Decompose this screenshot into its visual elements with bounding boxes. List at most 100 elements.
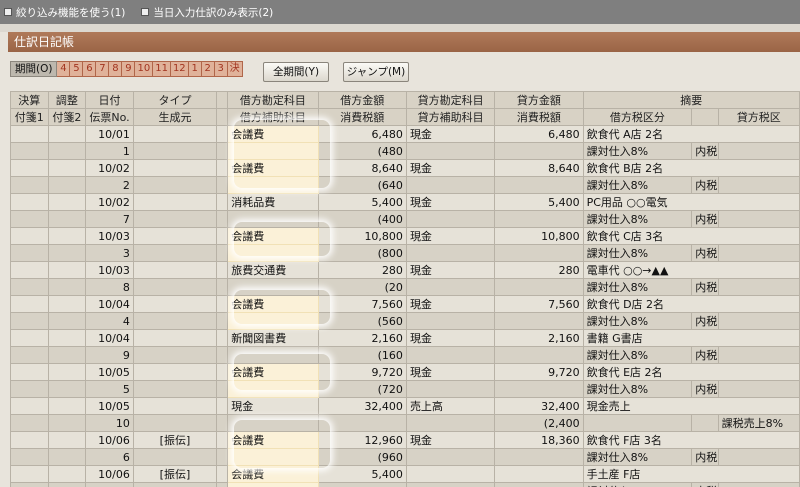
debit-subaccount-cell[interactable] xyxy=(227,176,319,194)
credit-account-cell[interactable]: 売上高 xyxy=(405,397,496,415)
journal-row[interactable]: 10/06 [振伝] 会議費 12,960 現金 18,360 飲食代 F店 3名 xyxy=(10,431,800,449)
date-cell[interactable]: 10/04 xyxy=(85,329,134,347)
debit-tax-cell[interactable]: (560 xyxy=(317,312,407,330)
memo-cell[interactable]: 電車代 ○○→▲▲ xyxy=(582,261,800,279)
checkbox-icon[interactable] xyxy=(141,8,150,16)
credit-amount-cell[interactable]: 8,640 xyxy=(494,159,584,177)
debit-subaccount-cell[interactable] xyxy=(227,278,319,296)
tag2-cell[interactable] xyxy=(47,278,87,296)
journal-row-sub[interactable]: 6 (960 課対仕入8% 内税 xyxy=(10,448,800,466)
credit-account-cell[interactable]: 現金 xyxy=(405,125,496,143)
col-header[interactable]: 調整 xyxy=(47,91,87,109)
debit-amount-cell[interactable]: 280 xyxy=(317,261,407,279)
voucher-no-cell[interactable]: 6 xyxy=(85,482,134,487)
tag1-cell[interactable] xyxy=(10,346,49,364)
date-cell[interactable]: 10/05 xyxy=(85,363,134,381)
memo-cell[interactable]: 飲食代 B店 2名 xyxy=(582,159,800,177)
credit-tax-cell[interactable] xyxy=(494,142,584,160)
closing-cell[interactable] xyxy=(10,227,49,245)
closing-cell[interactable] xyxy=(10,193,49,211)
journal-row[interactable]: 10/05 現金 32,400 売上高 32,400 現金売上 xyxy=(10,397,800,415)
date-cell[interactable]: 10/02 xyxy=(85,159,134,177)
tag2-cell[interactable] xyxy=(47,346,87,364)
debit-account-cell[interactable]: 消耗品費 xyxy=(227,193,319,211)
debit-amount-cell[interactable]: 5,400 xyxy=(317,465,407,483)
credit-amount-cell[interactable]: 5,400 xyxy=(494,193,584,211)
tag2-cell[interactable] xyxy=(47,380,87,398)
debit-tax-type-cell[interactable] xyxy=(691,414,719,432)
debit-tax-cell[interactable]: (160 xyxy=(317,346,407,364)
debit-tax-class-cell[interactable]: 課対仕入8% xyxy=(582,142,693,160)
credit-account-cell[interactable]: 現金 xyxy=(405,159,496,177)
period-month[interactable]: 6 xyxy=(83,61,97,77)
today-only-option[interactable]: 当日入力仕訳のみ表示(2) xyxy=(141,5,273,20)
debit-tax-cell[interactable]: (800 xyxy=(317,244,407,262)
period-month[interactable]: 1 xyxy=(188,61,202,77)
source-cell[interactable] xyxy=(132,312,218,330)
credit-tax-class-cell[interactable] xyxy=(717,346,800,364)
period-month[interactable]: 3 xyxy=(214,61,228,77)
debit-tax-class-cell[interactable]: 課対仕入8% xyxy=(582,482,693,487)
debit-subaccount-cell[interactable] xyxy=(227,244,319,262)
tag2-cell[interactable] xyxy=(47,414,87,432)
date-cell[interactable]: 10/04 xyxy=(85,295,134,313)
journal-row-sub[interactable]: 8 (20 課対仕入8% 内税 xyxy=(10,278,800,296)
source-cell[interactable] xyxy=(132,210,218,228)
debit-tax-type-cell[interactable]: 内税 xyxy=(691,142,719,160)
memo-cell[interactable]: 書籍 G書店 xyxy=(582,329,800,347)
journal-row-sub[interactable]: 4 (560 課対仕入8% 内税 xyxy=(10,312,800,330)
debit-account-cell[interactable]: 会議費 xyxy=(227,363,319,381)
debit-tax-cell[interactable]: (480 xyxy=(317,142,407,160)
col-header[interactable]: 借方税区分 xyxy=(582,108,693,126)
credit-tax-cell[interactable] xyxy=(494,448,584,466)
type-cell[interactable] xyxy=(132,261,218,279)
journal-row-sub[interactable]: 1 (480 課対仕入8% 内税 xyxy=(10,142,800,160)
debit-account-cell[interactable]: 会議費 xyxy=(227,465,319,483)
credit-subaccount-cell[interactable] xyxy=(405,414,496,432)
adjust-cell[interactable] xyxy=(47,125,87,143)
debit-tax-cell[interactable]: (640 xyxy=(317,176,407,194)
credit-subaccount-cell[interactable] xyxy=(405,346,496,364)
credit-amount-cell[interactable]: 2,160 xyxy=(494,329,584,347)
voucher-no-cell[interactable]: 4 xyxy=(85,312,134,330)
credit-subaccount-cell[interactable] xyxy=(405,210,496,228)
journal-row[interactable]: 10/05 会議費 9,720 現金 9,720 飲食代 E店 2名 xyxy=(10,363,800,381)
col-header[interactable]: 借方金額 xyxy=(317,91,407,109)
closing-cell[interactable] xyxy=(10,397,49,415)
date-cell[interactable]: 10/03 xyxy=(85,261,134,279)
debit-amount-cell[interactable]: 32,400 xyxy=(317,397,407,415)
debit-subaccount-cell[interactable] xyxy=(227,448,319,466)
source-cell[interactable] xyxy=(132,380,218,398)
source-cell[interactable] xyxy=(132,176,218,194)
debit-account-cell[interactable]: 会議費 xyxy=(227,295,319,313)
debit-amount-cell[interactable]: 10,800 xyxy=(317,227,407,245)
source-cell[interactable] xyxy=(132,414,218,432)
debit-subaccount-cell[interactable] xyxy=(227,142,319,160)
credit-tax-cell[interactable] xyxy=(494,482,584,487)
debit-subaccount-cell[interactable] xyxy=(227,346,319,364)
debit-tax-class-cell[interactable] xyxy=(582,414,693,432)
col-header[interactable]: 貸方勘定科目 xyxy=(405,91,496,109)
debit-subaccount-cell[interactable] xyxy=(227,380,319,398)
credit-tax-class-cell[interactable]: 課税売上8% xyxy=(717,414,800,432)
debit-amount-cell[interactable]: 6,480 xyxy=(317,125,407,143)
col-header[interactable]: 摘要 xyxy=(582,91,800,109)
type-cell[interactable] xyxy=(132,227,218,245)
col-header[interactable]: 貸方金額 xyxy=(494,91,584,109)
voucher-no-cell[interactable]: 8 xyxy=(85,278,134,296)
jump-button[interactable]: ジャンプ(M) xyxy=(343,62,409,82)
tag2-cell[interactable] xyxy=(47,448,87,466)
debit-tax-cell[interactable]: (720 xyxy=(317,380,407,398)
closing-cell[interactable] xyxy=(10,465,49,483)
debit-tax-cell[interactable]: (960 xyxy=(317,448,407,466)
source-cell[interactable] xyxy=(132,278,218,296)
credit-subaccount-cell[interactable] xyxy=(405,482,496,487)
type-cell[interactable] xyxy=(132,363,218,381)
tag2-cell[interactable] xyxy=(47,176,87,194)
voucher-no-cell[interactable]: 10 xyxy=(85,414,134,432)
credit-tax-cell[interactable]: (2,400 xyxy=(494,414,584,432)
period-month[interactable]: 2 xyxy=(201,61,215,77)
credit-subaccount-cell[interactable] xyxy=(405,176,496,194)
col-header[interactable]: 決算 xyxy=(10,91,49,109)
debit-account-cell[interactable]: 会議費 xyxy=(227,125,319,143)
